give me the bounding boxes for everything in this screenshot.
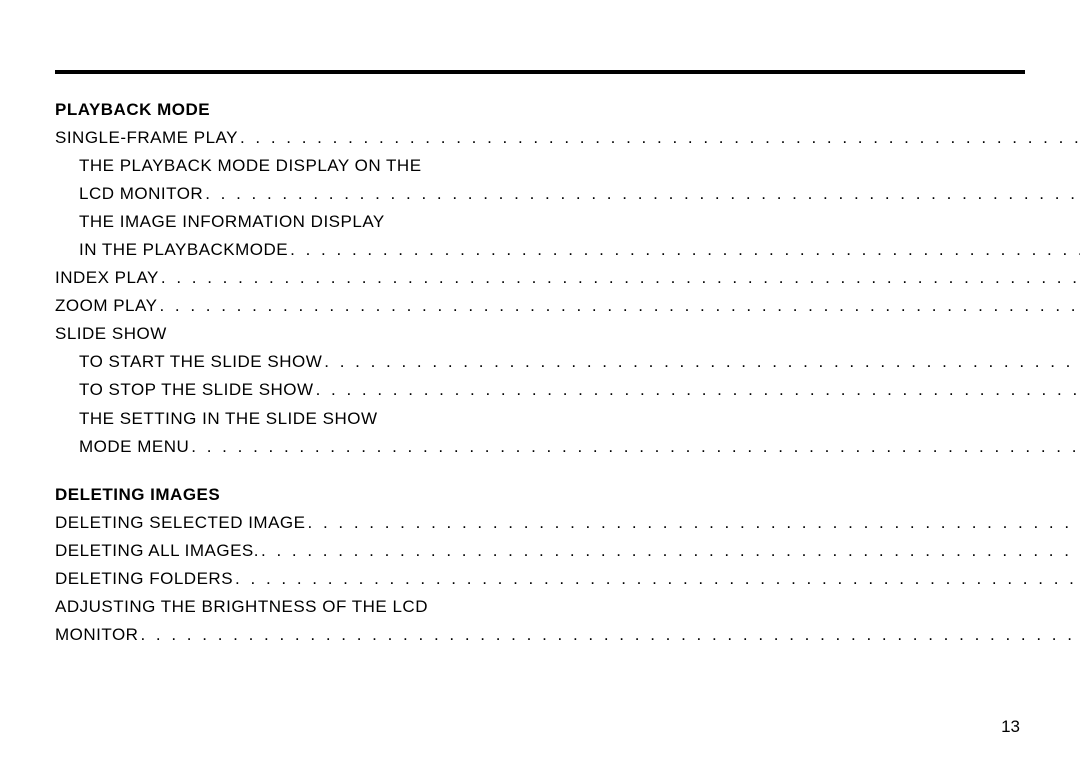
toc-entry: TO START THE SLIDE SHOW 87 [55, 348, 1080, 376]
toc-entry: MODE MENU 89 [55, 433, 1080, 461]
toc-label: SLIDE SHOW [55, 320, 167, 348]
toc-entry: DELETING ALL IMAGES. 95 [55, 537, 1080, 565]
toc-leader [203, 180, 1080, 208]
toc-label: TO STOP THE SLIDE SHOW [79, 376, 314, 404]
toc-label: IN THE PLAYBACKMODE [79, 236, 288, 264]
toc-leader [233, 565, 1080, 593]
columns: PLAYBACK MODE SINGLE-FRAME PLAY 80 THE P… [55, 90, 1025, 649]
toc-label: INDEX PLAY [55, 264, 159, 292]
toc-leader [238, 124, 1080, 152]
toc-label: THE IMAGE INFORMATION DISPLAY [79, 208, 385, 236]
toc-leader [314, 376, 1080, 404]
toc-label: DELETING FOLDERS [55, 565, 233, 593]
toc-label: THE SETTING IN THE SLIDE SHOW [79, 405, 378, 433]
toc-entry: LCD MONITOR 81 [55, 180, 1080, 208]
toc-entry: DELETING FOLDERS 97 [55, 565, 1080, 593]
toc-leader [288, 236, 1080, 264]
heading-deleting-images: DELETING IMAGES [55, 481, 1080, 509]
toc-entry: THE IMAGE INFORMATION DISPLAY [55, 208, 1080, 236]
toc-entry: MONITOR 99 [55, 621, 1080, 649]
toc-leader [189, 433, 1080, 461]
toc-label: ZOOM PLAY [55, 292, 157, 320]
toc-leader [159, 264, 1080, 292]
toc-entry: ZOOM PLAY 85 [55, 292, 1080, 320]
toc-label: TO START THE SLIDE SHOW [79, 348, 322, 376]
toc-entry: ADJUSTING THE BRIGHTNESS OF THE LCD [55, 593, 1080, 621]
toc-page: PLAYBACK MODE SINGLE-FRAME PLAY 80 THE P… [0, 0, 1080, 679]
toc-entry: SLIDE SHOW [55, 320, 1080, 348]
toc-label: LCD MONITOR [79, 180, 203, 208]
toc-leader [138, 621, 1080, 649]
toc-entry: TO STOP THE SLIDE SHOW 88 [55, 376, 1080, 404]
top-rule [55, 70, 1025, 74]
toc-leader [259, 537, 1080, 565]
toc-entry: INDEX PLAY 83 [55, 264, 1080, 292]
toc-entry: THE PLAYBACK MODE DISPLAY ON THE [55, 152, 1080, 180]
toc-leader [157, 292, 1080, 320]
toc-label: DELETING ALL IMAGES. [55, 537, 259, 565]
toc-label: MONITOR [55, 621, 138, 649]
toc-label: SINGLE-FRAME PLAY [55, 124, 238, 152]
toc-label: MODE MENU [79, 433, 189, 461]
toc-entry: SINGLE-FRAME PLAY 80 [55, 124, 1080, 152]
toc-label: ADJUSTING THE BRIGHTNESS OF THE LCD [55, 593, 428, 621]
left-column: PLAYBACK MODE SINGLE-FRAME PLAY 80 THE P… [55, 90, 1080, 649]
toc-entry: DELETING SELECTED IMAGE 92 [55, 509, 1080, 537]
toc-leader [306, 509, 1080, 537]
heading-playback-mode: PLAYBACK MODE [55, 96, 1080, 124]
toc-leader [322, 348, 1080, 376]
toc-entry: THE SETTING IN THE SLIDE SHOW [55, 405, 1080, 433]
toc-label: THE PLAYBACK MODE DISPLAY ON THE [79, 152, 422, 180]
toc-entry: IN THE PLAYBACKMODE 82 [55, 236, 1080, 264]
page-number: 13 [1001, 717, 1020, 737]
toc-label: DELETING SELECTED IMAGE [55, 509, 306, 537]
